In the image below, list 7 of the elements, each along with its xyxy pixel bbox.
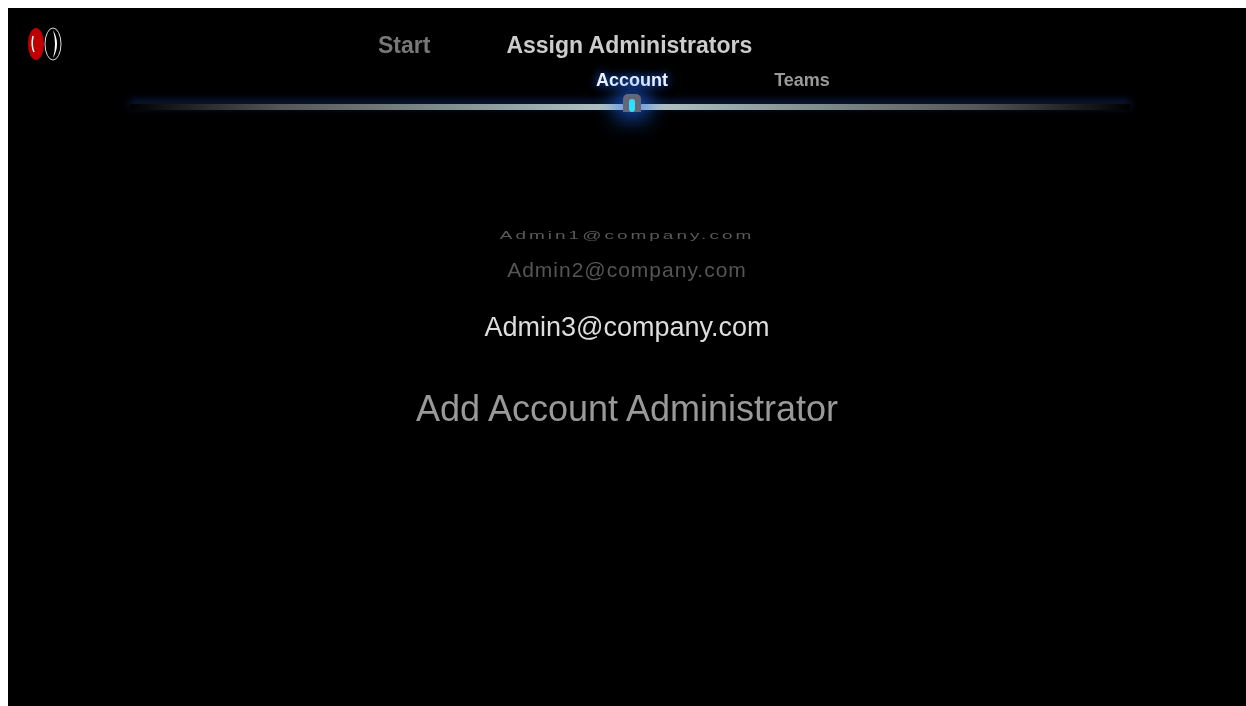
admin-email[interactable]: Admin3@company.com [484,312,770,343]
breadcrumb-item[interactable]: Start [378,32,431,59]
add-admin-field[interactable]: Add Account Administrator [315,387,939,431]
step-indicator [623,94,641,112]
step-tab[interactable]: Teams [717,70,887,98]
breadcrumb-item[interactable]: Assign Administrators [506,32,753,59]
step-tab[interactable]: Account [547,70,717,98]
